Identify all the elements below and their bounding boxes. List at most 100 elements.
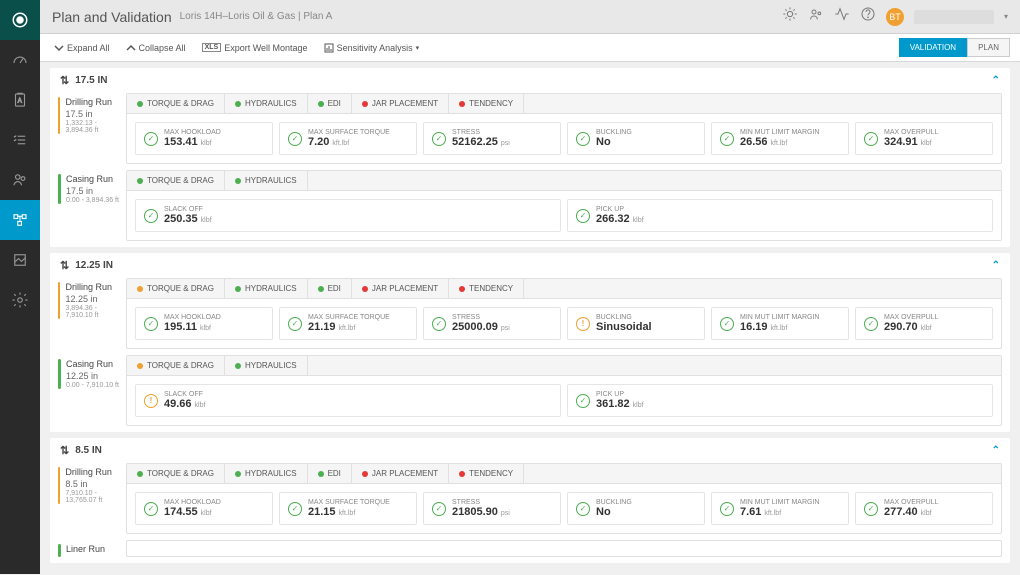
warning-icon bbox=[576, 317, 590, 331]
metric-unit: klbf bbox=[921, 325, 932, 332]
tab[interactable]: HYDRAULICS bbox=[225, 356, 308, 375]
chevron-up-icon[interactable]: ⌃ bbox=[992, 260, 1000, 271]
tab[interactable]: EDI bbox=[308, 94, 352, 113]
metric-card: STRESS52162.25psi bbox=[423, 122, 561, 155]
check-icon bbox=[288, 317, 302, 331]
tab[interactable]: TENDENCY bbox=[449, 94, 524, 113]
metric-value: 21.19 bbox=[308, 321, 336, 333]
help-icon[interactable] bbox=[860, 6, 876, 27]
check-icon bbox=[576, 209, 590, 223]
metric-card: STRESS25000.09psi bbox=[423, 307, 561, 340]
metric-card: SLACK OFF49.66klbf bbox=[135, 384, 561, 417]
validation-tab-button[interactable]: VALIDATION bbox=[899, 38, 967, 57]
tab[interactable]: TENDENCY bbox=[449, 279, 524, 298]
status-bar bbox=[58, 174, 61, 204]
nav-settings[interactable] bbox=[0, 280, 40, 320]
sensitivity-button[interactable]: Sensitivity Analysis▾ bbox=[320, 41, 424, 55]
status-bar bbox=[58, 544, 61, 557]
status-dot-icon bbox=[459, 286, 465, 292]
nav-checklist[interactable] bbox=[0, 120, 40, 160]
sort-icon: ⇅ bbox=[60, 259, 69, 272]
section-header[interactable]: ⇅17.5 IN⌃ bbox=[50, 68, 1010, 93]
run-size: 17.5 in bbox=[66, 186, 119, 196]
run-body: TORQUE & DRAGHYDRAULICS SLACK OFF250.35kl… bbox=[126, 170, 1002, 241]
section-header[interactable]: ⇅8.5 IN⌃ bbox=[50, 438, 1010, 463]
user-menu-caret[interactable]: ▾ bbox=[1004, 12, 1008, 21]
run-body bbox=[126, 540, 1002, 557]
metric-unit: klbf bbox=[201, 140, 212, 147]
tab[interactable]: TORQUE & DRAG bbox=[127, 464, 225, 483]
pulse-icon[interactable] bbox=[834, 6, 850, 27]
section-title: 8.5 IN bbox=[75, 445, 102, 456]
nav-workflow[interactable] bbox=[0, 200, 40, 240]
metric-value: 250.35 bbox=[164, 213, 198, 225]
tab[interactable]: JAR PLACEMENT bbox=[352, 279, 449, 298]
tab[interactable]: TORQUE & DRAG bbox=[127, 94, 225, 113]
nav-people[interactable] bbox=[0, 160, 40, 200]
metric-card: SLACK OFF250.35klbf bbox=[135, 199, 561, 232]
tab[interactable]: JAR PLACEMENT bbox=[352, 464, 449, 483]
tab[interactable]: HYDRAULICS bbox=[225, 94, 308, 113]
section-header[interactable]: ⇅ 12.25 IN ⌃ bbox=[50, 253, 1010, 278]
metric-value: No bbox=[596, 136, 611, 148]
tab[interactable]: JAR PLACEMENT bbox=[352, 94, 449, 113]
tab[interactable]: TORQUE & DRAG bbox=[127, 171, 225, 190]
tab[interactable]: HYDRAULICS bbox=[225, 279, 308, 298]
expand-all-button[interactable]: Expand All bbox=[50, 41, 114, 55]
plan-tab-button[interactable]: PLAN bbox=[967, 38, 1010, 57]
metric-unit: kft.lbf bbox=[764, 510, 781, 517]
check-icon bbox=[432, 132, 446, 146]
check-icon bbox=[720, 317, 734, 331]
tab-label: TORQUE & DRAG bbox=[147, 469, 214, 478]
status-dot-icon bbox=[137, 471, 143, 477]
tab[interactable]: TENDENCY bbox=[449, 464, 524, 483]
chevron-up-icon[interactable]: ⌃ bbox=[992, 445, 1000, 456]
people-icon[interactable] bbox=[808, 6, 824, 27]
tab[interactable]: EDI bbox=[308, 464, 352, 483]
tab-label: TENDENCY bbox=[469, 284, 513, 293]
nav-image[interactable] bbox=[0, 240, 40, 280]
tab[interactable]: HYDRAULICS bbox=[225, 464, 308, 483]
export-button[interactable]: XLSExport Well Montage bbox=[198, 41, 312, 55]
metric-value: 7.20 bbox=[308, 136, 329, 148]
check-icon bbox=[576, 394, 590, 408]
run-meta: Drilling Run8.5 in7,910.10 - 13,765.07 f… bbox=[58, 463, 120, 534]
chevron-up-icon[interactable]: ⌃ bbox=[992, 75, 1000, 86]
tab[interactable]: TORQUE & DRAG bbox=[127, 356, 225, 375]
sun-icon[interactable] bbox=[782, 6, 798, 27]
run-body: TORQUE & DRAG HYDRAULICSEDIJAR PLACEMENT T… bbox=[126, 278, 1002, 349]
tab[interactable]: HYDRAULICS bbox=[225, 171, 308, 190]
metric-value: 153.41 bbox=[164, 136, 198, 148]
tab[interactable]: EDI bbox=[308, 279, 352, 298]
metrics-row: MAX HOOKLOAD174.55klbfMAX SURFACE TORQUE… bbox=[127, 484, 1001, 533]
status-dot-icon bbox=[459, 471, 465, 477]
check-icon bbox=[864, 132, 878, 146]
status-bar bbox=[58, 359, 61, 389]
metrics-row: SLACK OFF49.66klbfPICK UP361.82klbf bbox=[127, 376, 1001, 425]
page-title: Plan and Validation bbox=[52, 9, 172, 25]
metric-label: SLACK OFF bbox=[164, 391, 205, 398]
collapse-all-button[interactable]: Collapse All bbox=[122, 41, 190, 55]
tab-label: TENDENCY bbox=[469, 469, 513, 478]
section-title: 12.25 IN bbox=[75, 260, 113, 271]
metric-card: BUCKLINGNo bbox=[567, 122, 705, 155]
nav-gauge[interactable] bbox=[0, 40, 40, 80]
check-icon bbox=[432, 502, 446, 516]
tab-label: TORQUE & DRAG bbox=[147, 284, 214, 293]
run-range: 0.00 - 3,894.36 ft bbox=[66, 197, 119, 204]
metric-value: 52162.25 bbox=[452, 136, 498, 148]
tab[interactable]: TORQUE & DRAG bbox=[127, 279, 225, 298]
status-dot-icon bbox=[137, 363, 143, 369]
nav-clipboard[interactable]: A bbox=[0, 80, 40, 120]
metric-value: 361.82 bbox=[596, 398, 630, 410]
section-title: 17.5 IN bbox=[75, 75, 107, 86]
check-icon bbox=[864, 502, 878, 516]
metric-card: MAX SURFACE TORQUE21.19kft.lbf bbox=[279, 307, 417, 340]
app-logo[interactable] bbox=[0, 0, 40, 40]
metric-label: MAX OVERPULL bbox=[884, 129, 938, 136]
metric-label: SLACK OFF bbox=[164, 206, 212, 213]
status-dot-icon bbox=[362, 471, 368, 477]
check-icon bbox=[576, 132, 590, 146]
avatar[interactable]: BT bbox=[886, 8, 904, 26]
metric-card: MAX OVERPULL290.70klbf bbox=[855, 307, 993, 340]
